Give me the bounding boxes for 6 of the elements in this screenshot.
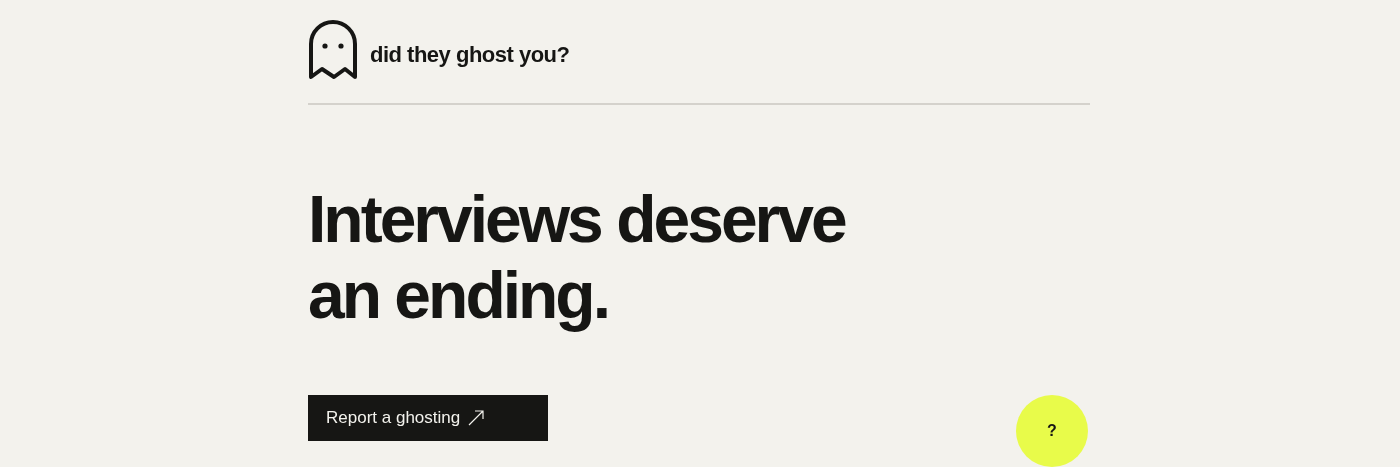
brand-name[interactable]: did they ghost you? [370,38,570,71]
report-button[interactable]: Report a ghosting [308,395,548,441]
headline: Interviews deserve an ending. [308,181,847,333]
ghost-logo-icon[interactable] [308,20,358,81]
arrow-icon [468,410,485,426]
help-button[interactable]: ? [1016,395,1088,467]
